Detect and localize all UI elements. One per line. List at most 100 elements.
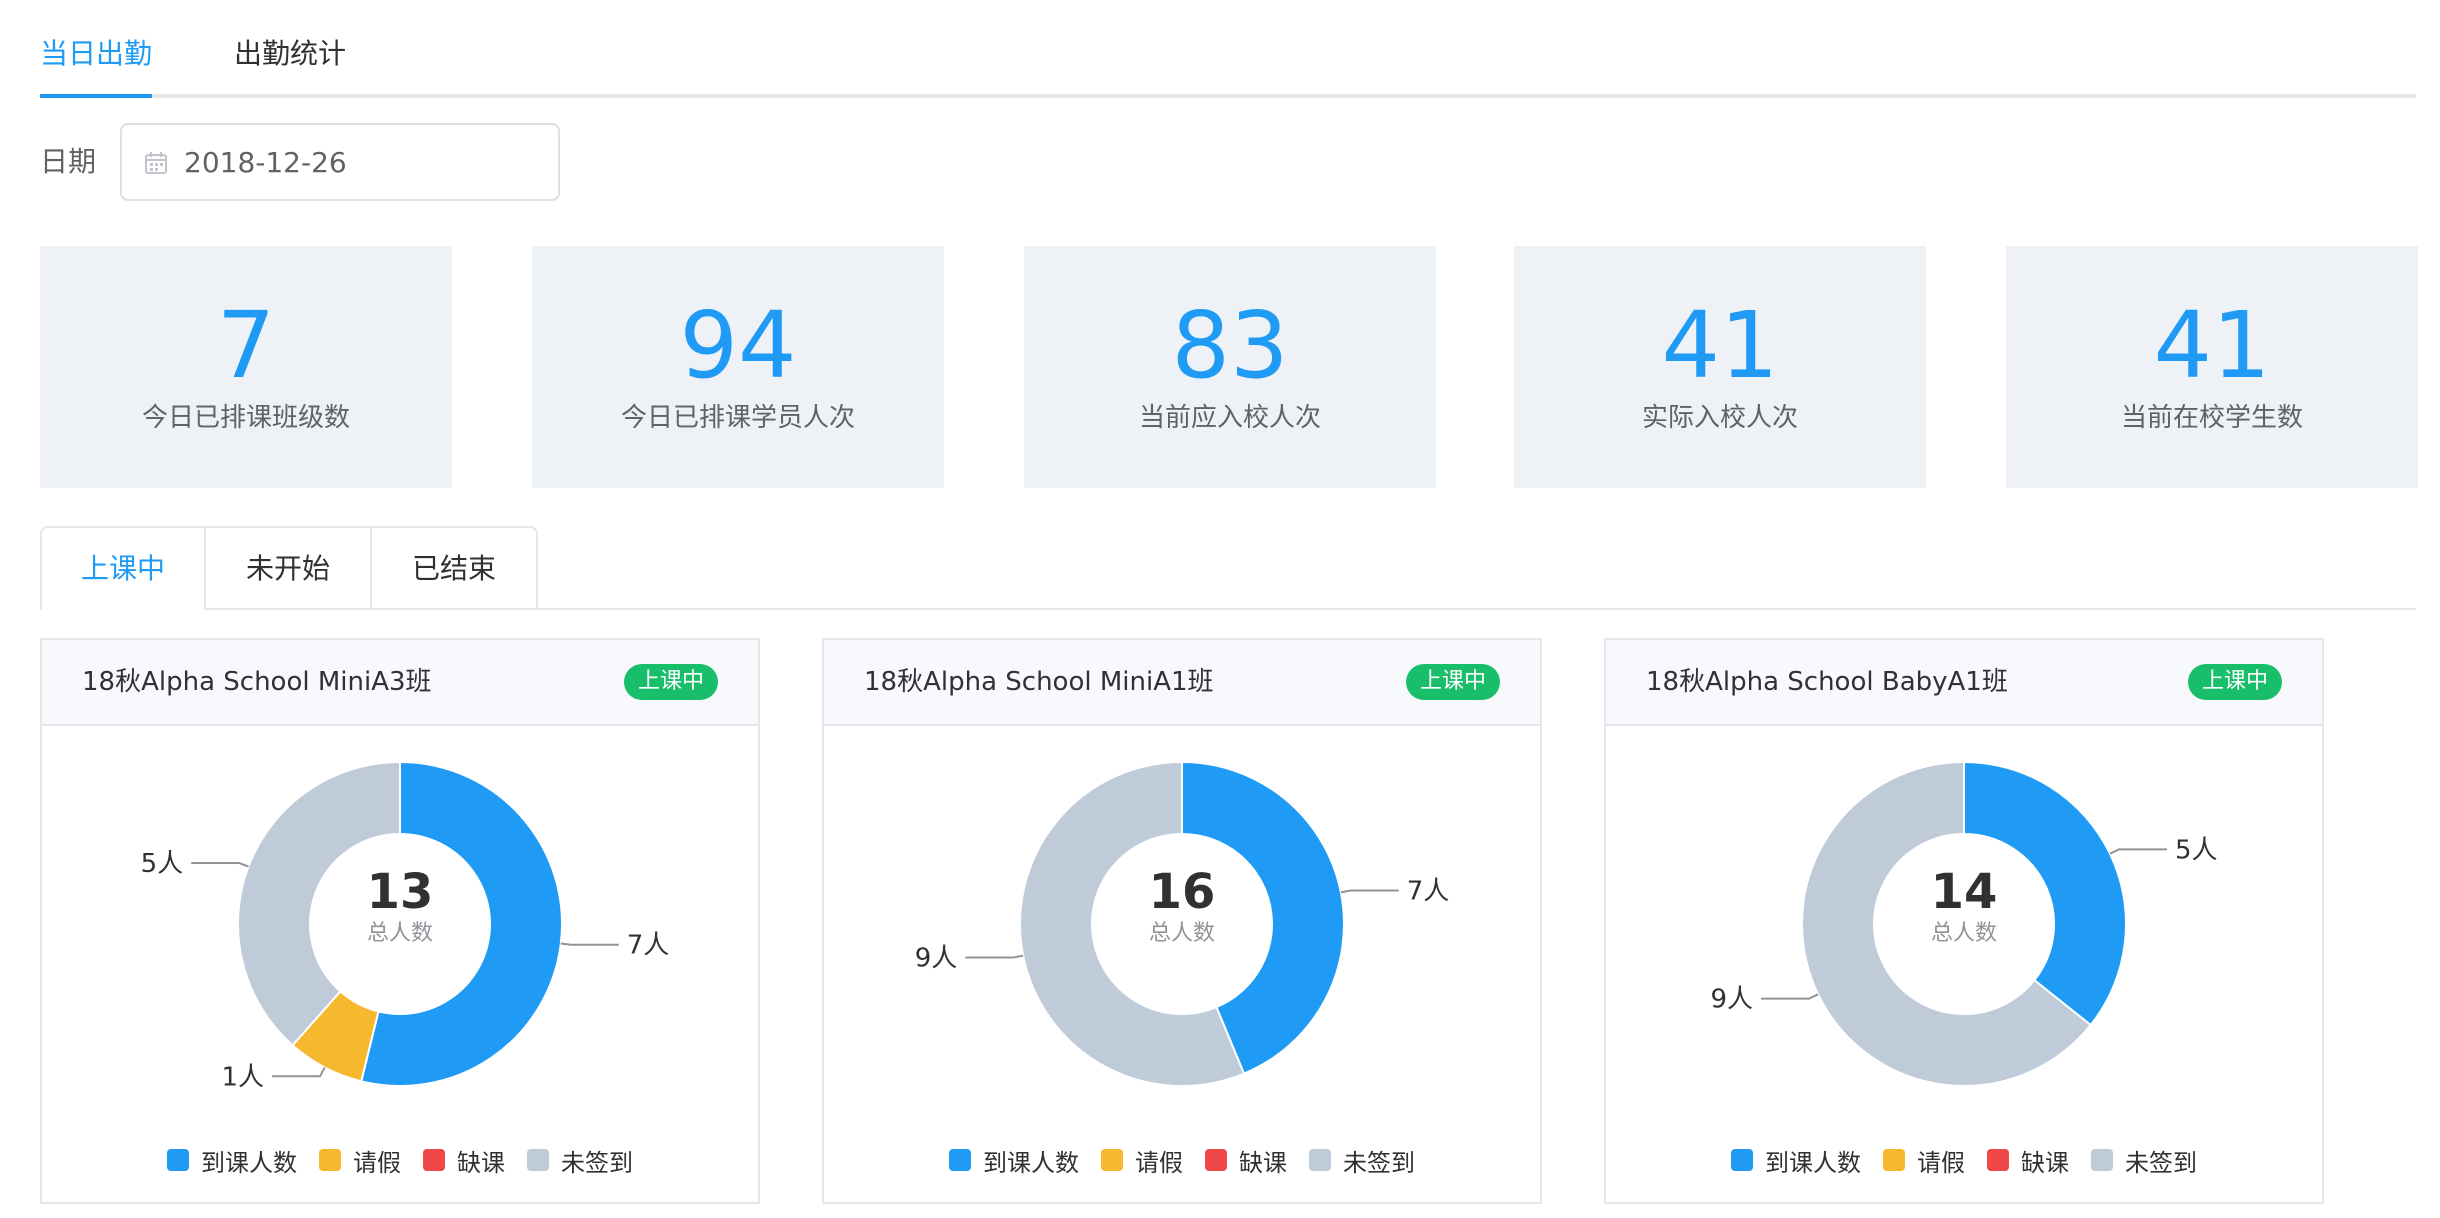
attendance-donut-chart: 7人 1人 5人 13 总人数 (42, 726, 758, 1126)
legend-item-leave[interactable]: 请假 (1883, 1143, 1965, 1178)
legend-item-leave[interactable]: 请假 (319, 1143, 401, 1178)
legend-item-absent[interactable]: 缺课 (1987, 1143, 2069, 1178)
stat-card-scheduled-students: 94 今日已排课学员人次 (532, 246, 944, 488)
legend-swatch (1987, 1149, 2009, 1171)
legend-item-not-signed-in[interactable]: 未签到 (2091, 1143, 2197, 1178)
donut-center: 13 总人数 (350, 864, 450, 948)
stat-value: 94 (679, 292, 797, 399)
class-card: 18秋Alpha School MiniA1班 上课中 7人 9人 16 总人数 … (822, 638, 1542, 1204)
attendance-page: 当日出勤 出勤统计 日期 2018-12-26 7 今日已排课班级数 94 今日… (0, 0, 2440, 1218)
legend-item-not-signed-in[interactable]: 未签到 (1309, 1143, 1415, 1178)
legend-item-attended[interactable]: 到课人数 (167, 1143, 297, 1178)
class-card: 18秋Alpha School MiniA3班 上课中 7人 1人 5人 13 总人… (40, 638, 760, 1204)
tab-finished[interactable]: 已结束 (372, 526, 538, 608)
legend-swatch (423, 1149, 445, 1171)
attendance-donut-chart: 5人 9人 14 总人数 (1606, 726, 2322, 1126)
slice-label: 5人 (141, 849, 184, 879)
tab-not-started[interactable]: 未开始 (206, 526, 372, 608)
chart-legend: 到课人数 请假 缺课 未签到 (1606, 1140, 2322, 1180)
legend-label: 缺课 (457, 1148, 505, 1177)
card-header: 18秋Alpha School MiniA1班 上课中 (824, 640, 1540, 726)
class-title: 18秋Alpha School MiniA3班 (82, 667, 432, 697)
label-leader-line (1340, 889, 1399, 894)
card-header: 18秋Alpha School MiniA3班 上课中 (42, 640, 758, 726)
total-count: 16 (1148, 864, 1216, 920)
legend-swatch (2091, 1149, 2113, 1171)
slice-label: 7人 (627, 931, 670, 961)
card-header: 18秋Alpha School BabyA1班 上课中 (1606, 640, 2322, 726)
legend-label: 到课人数 (1765, 1148, 1861, 1177)
date-value: 2018-12-26 (184, 146, 347, 179)
donut-center: 16 总人数 (1132, 864, 1232, 948)
label-leader-line (2109, 848, 2167, 855)
legend-swatch (1309, 1149, 1331, 1171)
date-label: 日期 (40, 145, 97, 178)
tab-attendance-statistics[interactable]: 出勤统计 (234, 30, 346, 78)
label-leader-line (1761, 993, 1819, 1000)
label-leader-line (191, 862, 249, 868)
stat-value: 7 (216, 292, 276, 399)
legend-swatch (319, 1149, 341, 1171)
stat-label: 今日已排课班级数 (141, 403, 350, 433)
stat-card-actual-arrivals: 41 实际入校人次 (1514, 246, 1926, 488)
legend-label: 未签到 (561, 1148, 633, 1177)
slice-label: 1人 (222, 1062, 265, 1092)
stat-label: 实际入校人次 (1641, 403, 1798, 433)
stat-card-scheduled-classes: 7 今日已排课班级数 (40, 246, 452, 488)
legend-label: 请假 (1917, 1148, 1965, 1177)
class-title: 18秋Alpha School BabyA1班 (1646, 667, 2008, 697)
legend-label: 未签到 (2125, 1148, 2197, 1177)
active-tab-indicator (40, 94, 152, 98)
legend-item-attended[interactable]: 到课人数 (1731, 1143, 1861, 1178)
legend-swatch (1731, 1149, 1753, 1171)
class-card: 18秋Alpha School BabyA1班 上课中 5人 9人 14 总人数 … (1604, 638, 2324, 1204)
slice-label: 9人 (915, 944, 958, 974)
legend-label: 到课人数 (201, 1148, 297, 1177)
legend-swatch (527, 1149, 549, 1171)
class-status-tabs: 上课中 未开始 已结束 (40, 526, 2416, 610)
stat-label: 当前应入校人次 (1138, 403, 1321, 433)
tab-in-progress[interactable]: 上课中 (40, 526, 206, 610)
status-badge: 上课中 (623, 664, 718, 700)
slice-label: 7人 (1407, 876, 1450, 906)
slice-label: 9人 (1710, 985, 1753, 1015)
total-count: 13 (366, 864, 434, 920)
total-caption: 总人数 (366, 921, 433, 946)
stat-card-expected-arrivals: 83 当前应入校人次 (1024, 246, 1436, 488)
tab-daily-attendance[interactable]: 当日出勤 (40, 30, 152, 78)
legend-swatch (1205, 1149, 1227, 1171)
class-title: 18秋Alpha School MiniA1班 (864, 667, 1214, 697)
stat-label: 当前在校学生数 (2120, 403, 2303, 433)
legend-swatch (167, 1149, 189, 1171)
legend-label: 缺课 (1239, 1148, 1287, 1177)
calendar-icon (145, 152, 167, 174)
total-caption: 总人数 (1148, 921, 1215, 946)
legend-item-attended[interactable]: 到课人数 (949, 1143, 1079, 1178)
chart-legend: 到课人数 请假 缺课 未签到 (824, 1140, 1540, 1180)
legend-item-not-signed-in[interactable]: 未签到 (527, 1143, 633, 1178)
donut-center: 14 总人数 (1914, 864, 2014, 948)
legend-label: 请假 (353, 1148, 401, 1177)
legend-item-absent[interactable]: 缺课 (1205, 1143, 1287, 1178)
chart-legend: 到课人数 请假 缺课 未签到 (42, 1140, 758, 1180)
stat-label: 今日已排课学员人次 (620, 403, 855, 433)
stat-value: 83 (1171, 292, 1289, 399)
status-badge: 上课中 (2187, 664, 2282, 700)
stat-value: 41 (1661, 292, 1779, 399)
stat-card-students-in-school: 41 当前在校学生数 (2006, 246, 2418, 488)
legend-label: 请假 (1135, 1148, 1183, 1177)
label-leader-line (965, 954, 1024, 959)
legend-label: 缺课 (2021, 1148, 2069, 1177)
date-picker-input[interactable]: 2018-12-26 (120, 123, 560, 201)
legend-swatch (1883, 1149, 1905, 1171)
label-leader-line (560, 942, 619, 946)
legend-item-leave[interactable]: 请假 (1101, 1143, 1183, 1178)
slice-label: 5人 (2175, 835, 2218, 865)
total-count: 14 (1930, 864, 1998, 920)
total-caption: 总人数 (1930, 921, 1997, 946)
legend-swatch (1101, 1149, 1123, 1171)
legend-item-absent[interactable]: 缺课 (423, 1143, 505, 1178)
legend-swatch (949, 1149, 971, 1171)
status-badge: 上课中 (1405, 664, 1500, 700)
attendance-donut-chart: 7人 9人 16 总人数 (824, 726, 1540, 1126)
